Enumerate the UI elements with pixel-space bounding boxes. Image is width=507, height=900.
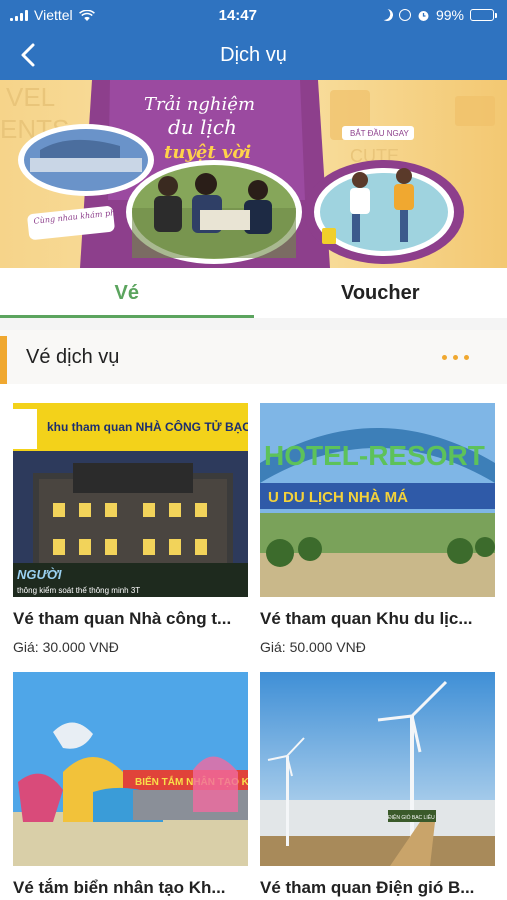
card-image-cong-tu-bac-lieu: khu tham quan NHÀ CÔNG TỬ BẠC L NGƯỜI th… <box>13 403 248 597</box>
alarm-icon <box>418 10 429 21</box>
section-header: Vé dịch vụ <box>0 330 507 384</box>
banner-tag-right: BẮT ĐẦU NGAY <box>350 128 409 138</box>
card-title: Vé tham quan Nhà công t... <box>13 609 232 628</box>
card-image-wind-farm: ĐIỆN GIÓ BẠC LIÊU <box>260 672 495 866</box>
banner-bg-text-1: VEL <box>6 82 55 112</box>
moon-icon <box>379 7 394 22</box>
status-right: 99% <box>381 7 497 23</box>
status-left: Viettel <box>10 7 95 23</box>
banner-headline-1: Trải nghiệm <box>144 94 255 115</box>
orientation-lock-icon <box>398 9 411 21</box>
wifi-icon <box>78 9 95 21</box>
card-image-artificial-beach: BIỂN TẮM NHÂN TẠO KHU <box>13 672 248 866</box>
section-title: Vé dịch vụ <box>26 345 120 368</box>
card-price: Giá: 50.000 VNĐ <box>260 639 366 655</box>
banner-image: VEL ENTS CUTE Trải nghiệm du lịch tuyệt … <box>0 80 507 268</box>
service-card[interactable]: HOTEL-RESORT U DU LỊCH NHÀ MÁ Vé tham qu… <box>260 403 495 655</box>
chevron-left-icon <box>21 43 35 67</box>
status-bar: Viettel 14:47 99% <box>0 0 507 30</box>
tab-bar: Vé Voucher <box>0 268 507 318</box>
banner-headline-2: du lịch <box>168 115 237 139</box>
nav-bar: Dịch vụ <box>0 30 507 80</box>
service-card[interactable]: ĐIỆN GIÓ BẠC LIÊU Vé tham quan Điện gió … <box>260 672 495 898</box>
card-title: Vé tham quan Khu du lịc... <box>260 609 473 628</box>
tab-ve[interactable]: Vé <box>0 268 254 318</box>
tab-voucher[interactable]: Voucher <box>254 268 507 318</box>
section-accent-bar <box>0 336 7 384</box>
card-image-sign: ĐIỆN GIÓ BẠC LIÊU <box>388 813 435 821</box>
more-dots-icon[interactable] <box>442 354 469 360</box>
card-image-watermark: NGƯỜI <box>17 567 62 582</box>
card-image-hotel-resort: HOTEL-RESORT U DU LỊCH NHÀ MÁ <box>260 403 495 597</box>
signal-icon <box>10 9 28 21</box>
card-image-sign: HOTEL-RESORT <box>264 440 485 471</box>
service-card[interactable]: khu tham quan NHÀ CÔNG TỬ BẠC L NGƯỜI th… <box>13 403 248 655</box>
card-image-sign-2: U DU LỊCH NHÀ MÁ <box>268 489 408 506</box>
carrier-label: Viettel <box>34 7 73 23</box>
card-title: Vé tham quan Điện gió B... <box>260 878 475 897</box>
card-image-sign: khu tham quan NHÀ CÔNG TỬ BẠC L <box>47 419 248 434</box>
status-time: 14:47 <box>218 6 257 24</box>
banner-headline-3: tuyệt vời <box>164 142 251 163</box>
card-title: Vé tắm biển nhân tạo Kh... <box>13 878 226 897</box>
battery-charging-icon <box>469 9 497 21</box>
service-card[interactable]: BIỂN TẮM NHÂN TẠO KHU Vé tắm biển nhân t… <box>13 672 248 898</box>
card-price: Giá: 30.000 VNĐ <box>13 639 119 655</box>
promo-banner[interactable]: VEL ENTS CUTE Trải nghiệm du lịch tuyệt … <box>0 80 507 268</box>
divider <box>0 318 507 330</box>
card-image-caption: thông kiểm soát thế thông minh 3T <box>17 586 140 595</box>
back-button[interactable] <box>8 35 48 75</box>
page-title: Dịch vụ <box>220 43 287 66</box>
battery-percent: 99% <box>435 7 464 23</box>
